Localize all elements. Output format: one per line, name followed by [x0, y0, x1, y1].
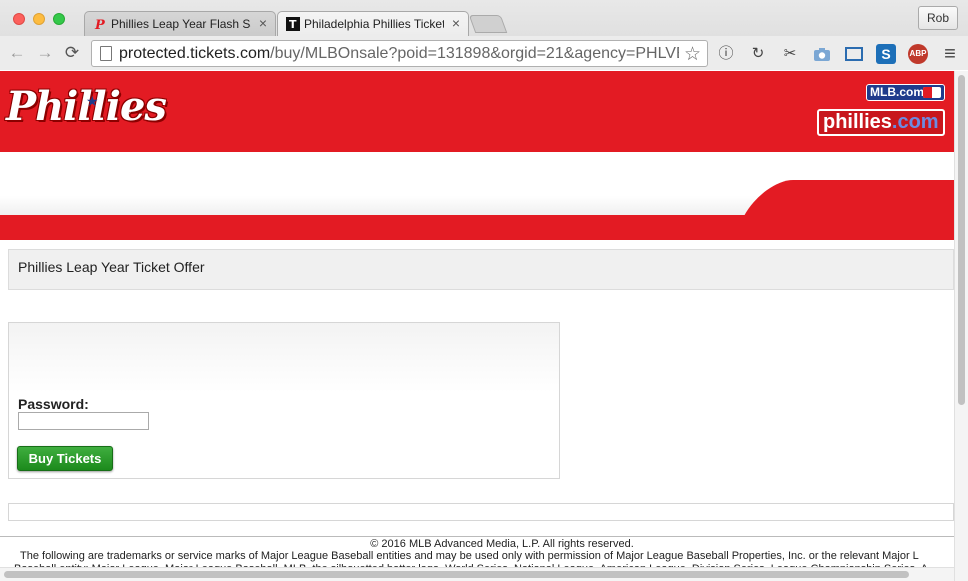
- vertical-scrollbar[interactable]: [954, 71, 968, 581]
- puzzle-icon[interactable]: ✂: [780, 44, 800, 64]
- reload-icon[interactable]: ⟳: [62, 43, 82, 63]
- camera-icon[interactable]: [812, 44, 832, 64]
- empty-message-bar: [8, 503, 954, 521]
- adblock-plus-icon[interactable]: ABP: [908, 44, 928, 64]
- mlb-batter-logo-icon: [923, 87, 941, 98]
- registered-mark: ®: [125, 107, 131, 116]
- menu-icon[interactable]: ≡: [940, 44, 960, 64]
- sync-icon[interactable]: ↻: [748, 44, 768, 64]
- site-header: Phillies ★ ® MLB.com phillies.com: [0, 71, 954, 152]
- tab-title: Phillies Leap Year Flash Sa: [111, 17, 251, 31]
- tab-phillies-flash-sale[interactable]: P Phillies Leap Year Flash Sa ×: [84, 11, 276, 36]
- s-extension-icon[interactable]: S: [876, 44, 896, 64]
- bookmark-star-icon[interactable]: ☆: [684, 43, 701, 66]
- phillies-com-link[interactable]: phillies.com: [817, 109, 945, 136]
- url-text[interactable]: protected.tickets.com/buy/MLBOnsale?poid…: [119, 45, 679, 63]
- offer-title-bar: Phillies Leap Year Ticket Offer: [8, 249, 954, 290]
- forward-arrow-icon[interactable]: →: [35, 43, 55, 63]
- tab-philadelphia-phillies-tickets[interactable]: T Philadelphia Phillies Ticket ×: [277, 11, 469, 36]
- info-icon[interactable]: ⓘ: [716, 44, 736, 64]
- phillies-com-label: phillies: [823, 111, 892, 133]
- phillies-com-suffix: .com: [891, 111, 939, 133]
- vertical-scrollbar-thumb[interactable]: [958, 75, 965, 405]
- trademark-notice: The following are trademarks or service …: [20, 550, 919, 562]
- screen-capture-icon[interactable]: [844, 44, 864, 64]
- header-decorative-red-stripe: [0, 215, 954, 240]
- copyright-text: © 2016 MLB Advanced Media, L.P. All righ…: [370, 538, 634, 550]
- new-tab-button[interactable]: [468, 15, 508, 33]
- close-icon[interactable]: ×: [259, 15, 267, 31]
- browser-chrome: P Phillies Leap Year Flash Sa × T Philad…: [0, 0, 968, 70]
- close-icon[interactable]: ×: [452, 15, 460, 31]
- back-arrow-icon[interactable]: ←: [7, 43, 27, 63]
- star-icon: ★: [86, 93, 99, 109]
- page-icon: [100, 46, 112, 61]
- browser-toolbar: ← → ⟳ protected.tickets.com/buy/MLBOnsal…: [0, 36, 968, 70]
- svg-text:T: T: [289, 18, 297, 31]
- window-close-button[interactable]: [13, 13, 25, 25]
- window-minimize-button[interactable]: [33, 13, 45, 25]
- page-content: Phillies ★ ® MLB.com phillies.com Philli…: [0, 71, 954, 581]
- profile-button[interactable]: Rob: [917, 6, 958, 30]
- svg-text:P: P: [94, 18, 106, 31]
- buy-tickets-button[interactable]: Buy Tickets: [17, 446, 113, 471]
- mlb-com-label: MLB.com: [870, 85, 924, 99]
- tab-strip: P Phillies Leap Year Flash Sa × T Philad…: [0, 0, 968, 36]
- mlb-com-link[interactable]: MLB.com: [866, 84, 945, 101]
- header-decorative-slope: [744, 180, 954, 216]
- password-panel: Password: Buy Tickets: [8, 322, 560, 479]
- footer-divider: [0, 536, 954, 537]
- tab-title: Philadelphia Phillies Ticket: [304, 17, 444, 31]
- password-label: Password:: [18, 396, 89, 412]
- address-bar[interactable]: protected.tickets.com/buy/MLBOnsale?poid…: [91, 40, 708, 67]
- phillies-p-icon: P: [94, 18, 106, 31]
- horizontal-scrollbar[interactable]: [0, 567, 954, 581]
- window-maximize-button[interactable]: [53, 13, 65, 25]
- tickets-t-icon: T: [286, 17, 300, 31]
- password-field[interactable]: [18, 412, 149, 430]
- horizontal-scrollbar-thumb[interactable]: [4, 571, 909, 578]
- page-title: Phillies Leap Year Ticket Offer: [18, 259, 205, 275]
